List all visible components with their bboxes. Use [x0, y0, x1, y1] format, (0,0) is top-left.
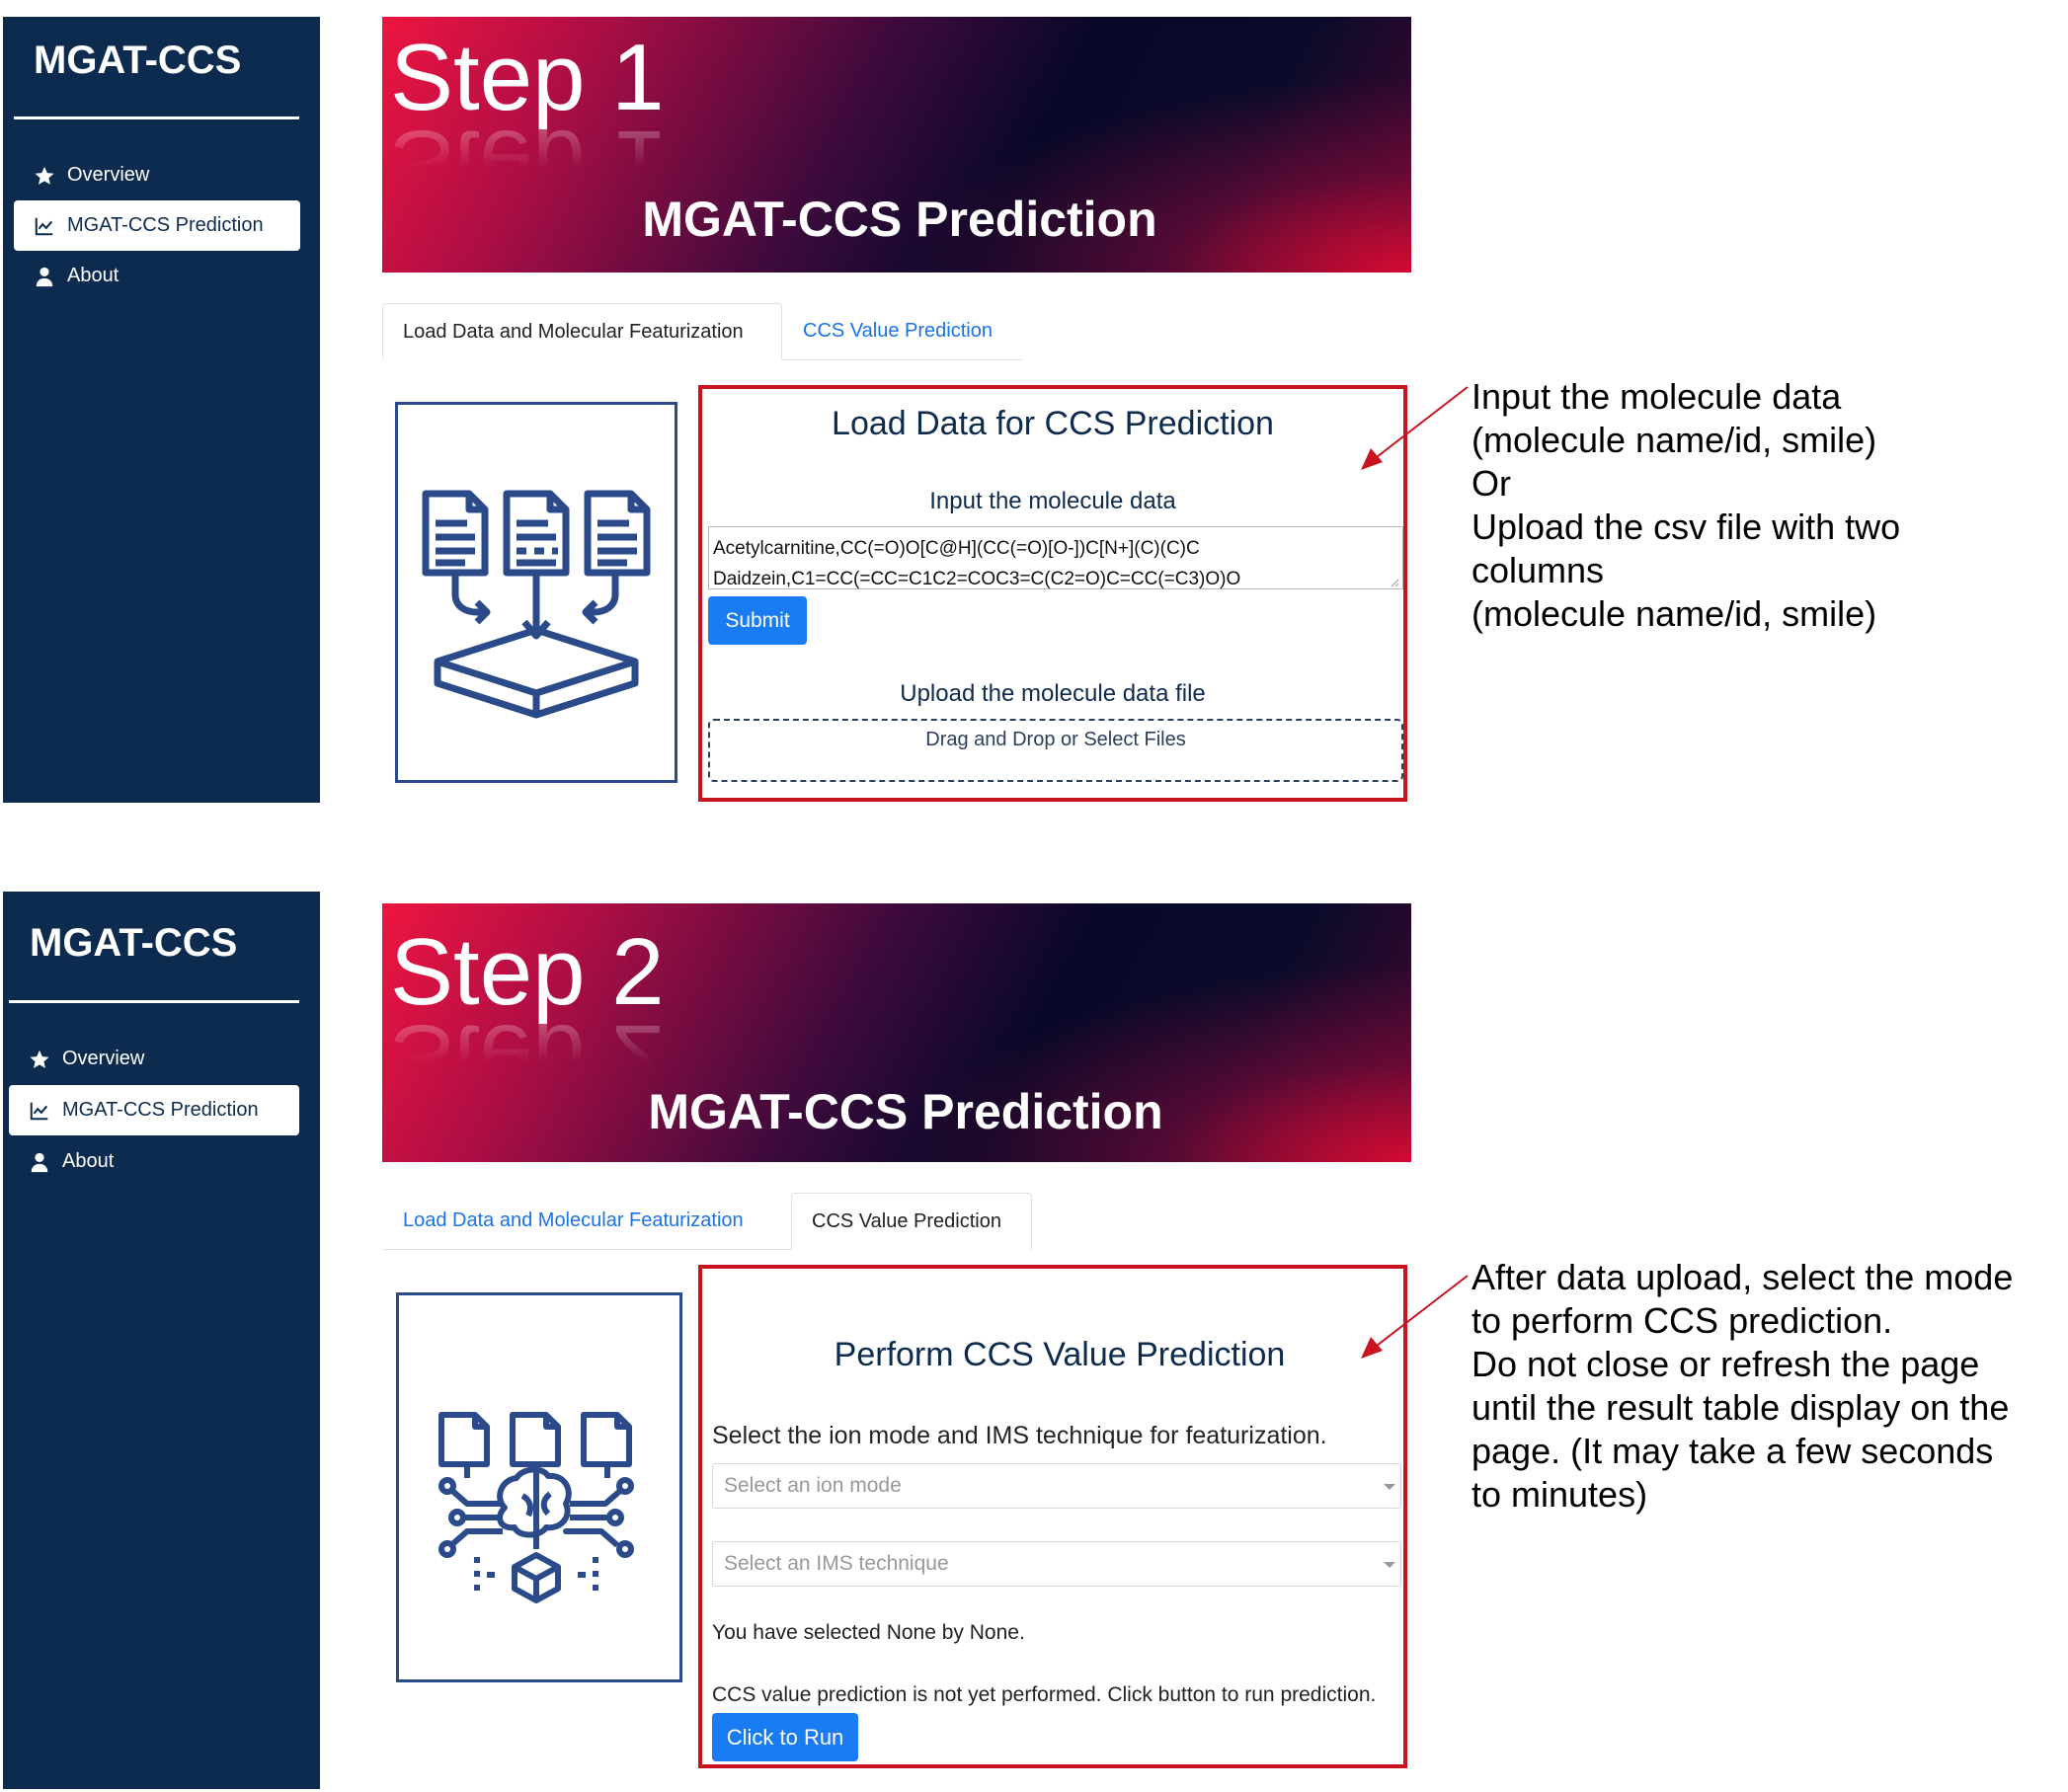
- select-instruction: Select the ion mode and IMS technique fo…: [712, 1422, 1327, 1449]
- ims-technique-placeholder: Select an IMS technique: [724, 1552, 949, 1575]
- panel-heading: Perform CCS Value Prediction: [834, 1336, 1286, 1373]
- sidebar-item-label: Overview: [67, 164, 150, 186]
- tab-ccs-value-prediction[interactable]: CCS Value Prediction: [782, 303, 1022, 359]
- hero-banner: Step 2 MGAT-CCS Prediction: [382, 903, 1411, 1162]
- chevron-down-icon: [1384, 1562, 1395, 1568]
- sidebar-item-mgat-ccs-prediction[interactable]: MGAT-CCS Prediction: [14, 200, 300, 251]
- sidebar-item-label: About: [62, 1150, 115, 1172]
- app-title: MGAT-CCS: [30, 921, 238, 965]
- annotation-arrow-icon: [1361, 386, 1469, 470]
- note-line: Or: [1471, 463, 1511, 504]
- tab-load-data[interactable]: Load Data and Molecular Featurization: [382, 303, 782, 360]
- ion-mode-select[interactable]: Select an ion mode: [712, 1463, 1401, 1509]
- hero-banner: Step 1 MGAT-CCS Prediction: [382, 17, 1411, 273]
- note-line: to minutes): [1471, 1474, 1648, 1515]
- tab-bar: Load Data and Molecular Featurization CC…: [382, 1193, 1032, 1250]
- note-line: (molecule name/id, smile): [1471, 420, 1877, 460]
- sidebar-item-label: About: [67, 265, 119, 286]
- star-icon: [34, 165, 55, 187]
- step2-annotation: After data upload, select the mode to pe…: [1471, 1256, 2013, 1517]
- sidebar-item-label: Overview: [62, 1048, 145, 1069]
- sidebar-item-label: MGAT-CCS Prediction: [62, 1099, 259, 1121]
- tab-load-data[interactable]: Load Data and Molecular Featurization: [382, 1193, 791, 1249]
- dropzone-text: Drag and Drop or Select Files: [925, 729, 1186, 750]
- app-title: MGAT-CCS: [34, 39, 242, 82]
- sidebar-item-label: MGAT-CCS Prediction: [67, 214, 264, 236]
- prediction-illustration: [396, 1292, 682, 1682]
- note-line: to perform CCS prediction.: [1471, 1300, 1893, 1341]
- sidebar-item-about[interactable]: About: [9, 1136, 295, 1187]
- load-data-panel: Load Data for CCS Prediction Input the m…: [698, 385, 1407, 802]
- panel-heading: Load Data for CCS Prediction: [832, 405, 1274, 442]
- ims-technique-select[interactable]: Select an IMS technique: [712, 1541, 1401, 1587]
- step-title: Step 1: [390, 25, 665, 130]
- ion-mode-placeholder: Select an ion mode: [724, 1474, 902, 1497]
- sidebar-divider: [9, 1000, 299, 1003]
- note-line: columns: [1471, 550, 1605, 590]
- note-line: Input the molecule data: [1471, 376, 1842, 417]
- file-dropzone[interactable]: Drag and Drop or Select Files: [708, 719, 1403, 782]
- prediction-panel: Perform CCS Value Prediction Select the …: [698, 1265, 1407, 1768]
- step1-annotation: Input the molecule data (molecule name/i…: [1471, 375, 1900, 636]
- user-icon: [34, 266, 55, 287]
- sidebar-item-overview[interactable]: Overview: [14, 150, 300, 200]
- note-line: Do not close or refresh the page: [1471, 1344, 1980, 1384]
- line-chart-icon: [29, 1100, 50, 1122]
- star-icon: [29, 1049, 50, 1070]
- tab-ccs-value-prediction[interactable]: CCS Value Prediction: [791, 1193, 1032, 1250]
- run-prediction-button[interactable]: Click to Run: [712, 1713, 858, 1761]
- documents-to-box-icon: [422, 490, 651, 719]
- line-chart-icon: [34, 215, 55, 237]
- sidebar-item-overview[interactable]: Overview: [9, 1034, 295, 1084]
- sidebar-divider: [14, 117, 299, 119]
- selection-status: You have selected None by None.: [712, 1621, 1025, 1644]
- brain-network-icon: [438, 1412, 634, 1603]
- sidebar: MGAT-CCS Overview MGAT-CCS Prediction Ab…: [3, 17, 320, 803]
- sidebar-item-about[interactable]: About: [14, 251, 300, 301]
- sidebar: MGAT-CCS Overview MGAT-CCS Prediction Ab…: [3, 892, 320, 1789]
- note-line: Upload the csv file with two: [1471, 506, 1901, 547]
- note-line: After data upload, select the mode: [1471, 1257, 2014, 1297]
- submit-button[interactable]: Submit: [708, 596, 807, 645]
- user-icon: [29, 1151, 50, 1173]
- molecule-data-textarea[interactable]: Acetylcarnitine,CC(=O)O[C@H](CC(=O)[O-])…: [708, 526, 1403, 589]
- note-line: until the result table display on the: [1471, 1387, 2010, 1428]
- note-line: page. (It may take a few seconds: [1471, 1431, 1994, 1471]
- input-label: Input the molecule data: [929, 488, 1176, 514]
- step-title: Step 2: [390, 919, 665, 1025]
- chevron-down-icon: [1384, 1484, 1395, 1490]
- load-data-illustration: [395, 402, 677, 783]
- banner-title: MGAT-CCS Prediction: [648, 1084, 1163, 1139]
- note-line: (molecule name/id, smile): [1471, 593, 1877, 634]
- sidebar-item-mgat-ccs-prediction[interactable]: MGAT-CCS Prediction: [9, 1085, 299, 1135]
- tab-bar: Load Data and Molecular Featurization CC…: [382, 303, 1022, 360]
- banner-title: MGAT-CCS Prediction: [642, 192, 1157, 247]
- annotation-arrow-icon: [1361, 1275, 1469, 1359]
- prediction-status: CCS value prediction is not yet performe…: [712, 1683, 1377, 1706]
- resize-handle-icon[interactable]: [1390, 578, 1399, 587]
- upload-label: Upload the molecule data file: [900, 680, 1206, 707]
